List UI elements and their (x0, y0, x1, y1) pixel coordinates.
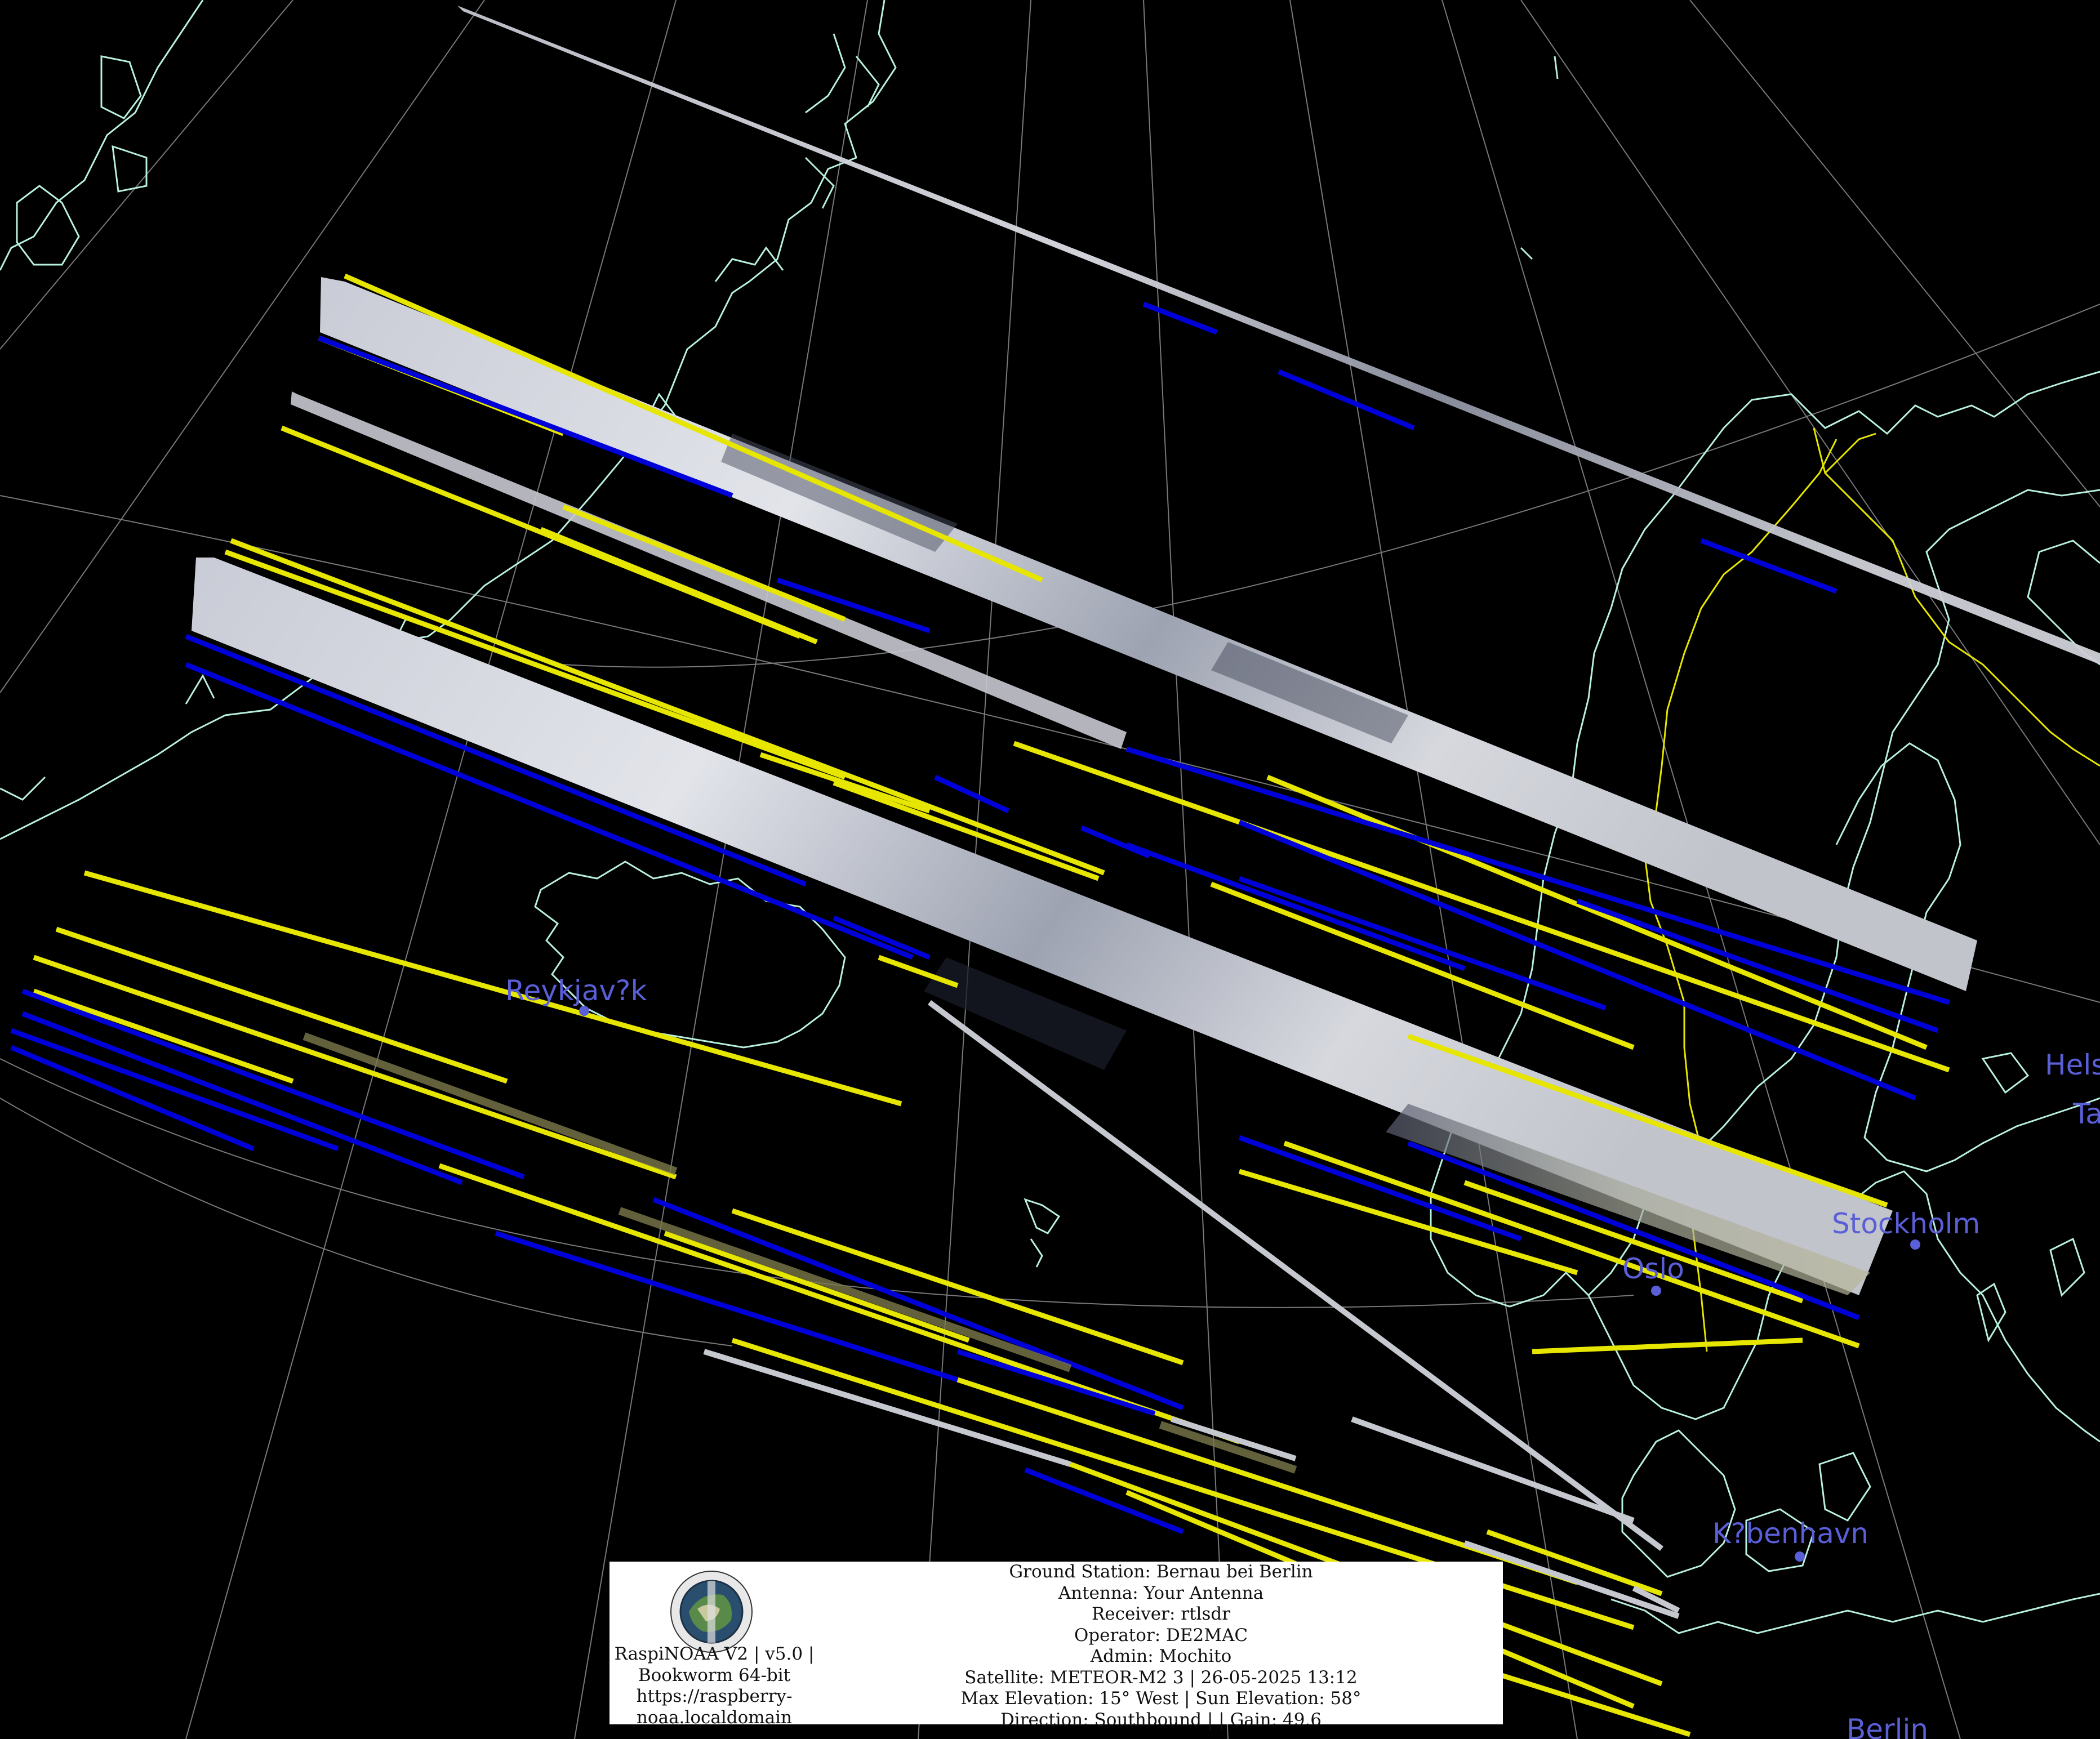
satellite-pass-map: Reykjav?k Oslo Stockholm K?benhavn Berli… (0, 0, 2100, 1739)
direction-text: Direction: Southbound | | Gain: 49.6 (1000, 1709, 1322, 1730)
raspinoaa-logo-icon (670, 1571, 753, 1653)
pass-details: Ground Station: Bernau bei Berlin Antenn… (819, 1562, 1503, 1730)
app-version: RaspiNOAA V2 | v5.0 | (614, 1644, 815, 1664)
ground-station-text: Ground Station: Bernau bei Berlin (1009, 1562, 1313, 1582)
app-os: Bookworm 64-bit (638, 1665, 791, 1686)
ground-station-info-panel: RaspiNOAA V2 | v5.0 | Bookworm 64-bit ht… (609, 1562, 1503, 1730)
elevation-text: Max Elevation: 15° West | Sun Elevation:… (960, 1688, 1362, 1709)
city-label-reykjavik: Reykjav?k (505, 974, 647, 1007)
city-label-stockholm: Stockholm (1832, 1207, 1980, 1240)
admin-text: Admin: Mochito (1090, 1646, 1232, 1666)
receiver-text: Receiver: rtlsdr (1091, 1604, 1231, 1624)
operator-text: Operator: DE2MAC (1074, 1625, 1248, 1646)
antenna-text: Antenna: Your Antenna (1058, 1582, 1264, 1603)
city-label-berlin: Berlin (1847, 1713, 1928, 1739)
satellite-text: Satellite: METEOR-M2 3 | 26-05-2025 13:1… (964, 1667, 1358, 1688)
app-url-1[interactable]: https://raspberry- (609, 1686, 819, 1707)
city-label-helsinki: Hels (2045, 1049, 2100, 1081)
city-label-kobenhavn: K?benhavn (1712, 1517, 1868, 1550)
app-url-2[interactable]: noaa.localdomain (609, 1707, 819, 1729)
city-label-oslo: Oslo (1622, 1252, 1684, 1285)
app-info: RaspiNOAA V2 | v5.0 | Bookworm 64-bit ht… (609, 1562, 819, 1728)
city-label-tallinn: Ta (2072, 1098, 2100, 1130)
